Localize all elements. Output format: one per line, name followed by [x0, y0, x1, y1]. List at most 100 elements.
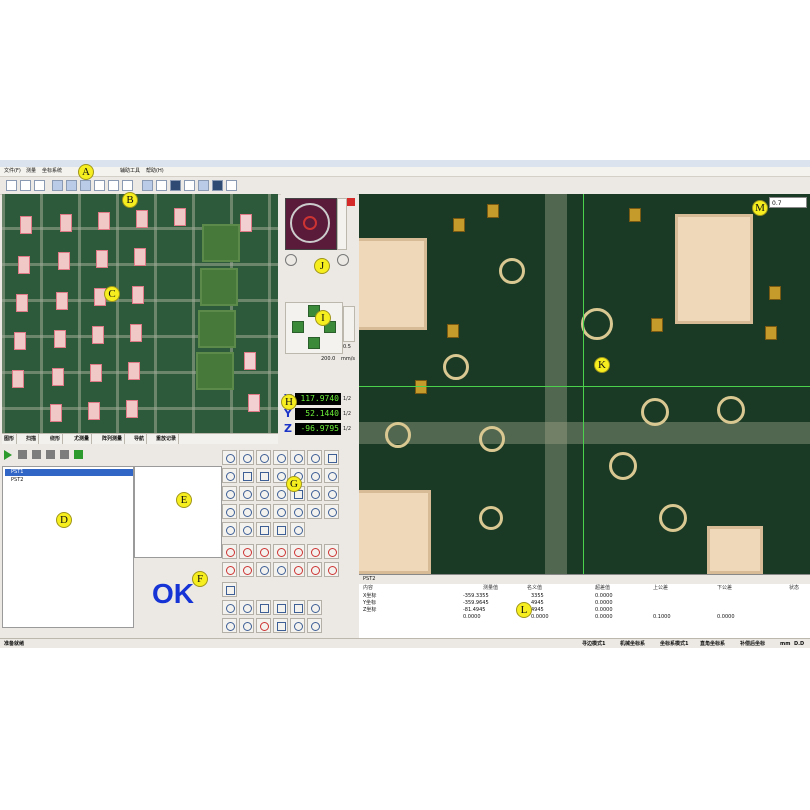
stop-icon[interactable]	[46, 450, 55, 459]
tool-button[interactable]	[222, 562, 237, 577]
save-icon[interactable]	[34, 180, 45, 191]
tool-button[interactable]	[307, 544, 322, 559]
tool-button[interactable]	[222, 582, 237, 597]
tab-contour[interactable]: 绕形	[48, 434, 64, 444]
tool-button[interactable]	[324, 544, 339, 559]
chart-icon[interactable]	[156, 180, 167, 191]
zoom-in-icon[interactable]	[66, 180, 77, 191]
tool-button[interactable]	[273, 544, 288, 559]
tool-button[interactable]	[307, 486, 322, 501]
lens-light-ring-view[interactable]	[285, 198, 337, 250]
tool-button[interactable]	[222, 486, 237, 501]
menu-measure[interactable]: 测量	[26, 168, 36, 175]
tool-button[interactable]	[290, 522, 305, 537]
tool-button[interactable]	[290, 562, 305, 577]
tool-button[interactable]	[273, 618, 288, 633]
tool-button[interactable]	[239, 450, 254, 465]
tool-button[interactable]	[256, 600, 271, 615]
tool-button[interactable]	[256, 468, 271, 483]
tool-button[interactable]	[324, 504, 339, 519]
tool-button[interactable]	[222, 544, 237, 559]
print-icon[interactable]	[94, 180, 105, 191]
tool-button[interactable]	[307, 450, 322, 465]
tool-button[interactable]	[307, 504, 322, 519]
tool-button[interactable]	[290, 504, 305, 519]
tab-replay-record[interactable]: 重放记录	[154, 434, 180, 444]
tool-button[interactable]	[222, 600, 237, 615]
pause-icon[interactable]	[18, 450, 27, 459]
menu-coordinate-system[interactable]: 坐标系统	[42, 168, 62, 175]
tool-button[interactable]	[222, 504, 237, 519]
arrow-down-icon[interactable]	[308, 337, 320, 349]
open-file-icon[interactable]	[20, 180, 31, 191]
light-mode-icon[interactable]	[337, 254, 349, 266]
tool-button[interactable]	[324, 562, 339, 577]
tool-button[interactable]	[273, 486, 288, 501]
tool-button[interactable]	[256, 486, 271, 501]
tab-shape[interactable]: 图形	[2, 434, 18, 444]
new-file-icon[interactable]	[6, 180, 17, 191]
tool-button[interactable]	[324, 486, 339, 501]
undo-icon[interactable]	[108, 180, 119, 191]
z-resolution[interactable]: 1/2	[343, 424, 351, 434]
export-excel-icon[interactable]	[74, 450, 83, 459]
camera-icon[interactable]	[170, 180, 181, 191]
tool-button[interactable]	[290, 450, 305, 465]
tool-button[interactable]	[239, 522, 254, 537]
tool-button[interactable]	[239, 468, 254, 483]
step-icon[interactable]	[32, 450, 41, 459]
tool-button[interactable]	[273, 600, 288, 615]
tool-button[interactable]	[256, 450, 271, 465]
menu-file[interactable]: 文件(F)	[4, 168, 21, 175]
tool-button[interactable]	[273, 522, 288, 537]
tool-button[interactable]	[256, 504, 271, 519]
tab-light-measure[interactable]: 尤测量	[72, 434, 93, 444]
tool-button[interactable]	[307, 562, 322, 577]
tool-button[interactable]	[239, 618, 254, 633]
light-slider[interactable]	[337, 198, 347, 250]
tool-button[interactable]	[324, 468, 339, 483]
list-item[interactable]: PST2	[5, 477, 23, 484]
refresh-icon[interactable]	[184, 180, 195, 191]
settings-gear-icon[interactable]	[198, 180, 209, 191]
home-icon[interactable]	[142, 180, 153, 191]
arrow-left-icon[interactable]	[292, 321, 304, 333]
tool-button[interactable]	[273, 562, 288, 577]
light-toggle-icon[interactable]	[347, 198, 355, 206]
tool-button[interactable]	[256, 562, 271, 577]
move-icon[interactable]	[52, 180, 63, 191]
menu-assist-tools[interactable]: 辅助工具	[120, 168, 140, 175]
grid-icon[interactable]	[212, 180, 223, 191]
tool-button[interactable]	[273, 504, 288, 519]
tool-button[interactable]	[256, 522, 271, 537]
tool-button[interactable]	[222, 522, 237, 537]
tool-button[interactable]	[290, 600, 305, 615]
tool-button[interactable]	[239, 600, 254, 615]
main-camera-view[interactable]: 0.7	[359, 194, 810, 574]
tool-button[interactable]	[239, 544, 254, 559]
tab-navigation[interactable]: 导航	[132, 434, 148, 444]
tool-button[interactable]	[290, 544, 305, 559]
tool-button[interactable]	[290, 618, 305, 633]
tool-button[interactable]	[222, 618, 237, 633]
tab-array-measure[interactable]: 阵列测量	[100, 434, 126, 444]
tool-button[interactable]	[239, 486, 254, 501]
tool-button[interactable]	[273, 450, 288, 465]
redo-icon[interactable]	[122, 180, 133, 191]
tool-button[interactable]	[307, 468, 322, 483]
menu-help[interactable]: 帮助(H)	[146, 168, 164, 175]
tool-button[interactable]	[239, 504, 254, 519]
zoom-out-icon[interactable]	[80, 180, 91, 191]
tool-button[interactable]	[307, 600, 322, 615]
light-mode-icon[interactable]	[285, 254, 297, 266]
tool-button[interactable]	[222, 450, 237, 465]
tool-button[interactable]	[222, 468, 237, 483]
tool-button[interactable]	[307, 618, 322, 633]
tool-button[interactable]	[324, 450, 339, 465]
zoom-dropdown[interactable]: 0.7	[769, 197, 807, 208]
z-axis-slider[interactable]	[343, 306, 355, 342]
y-resolution[interactable]: 1/2	[343, 409, 351, 419]
x-resolution[interactable]: 1/2	[343, 394, 351, 404]
tool-button[interactable]	[256, 544, 271, 559]
list-icon[interactable]	[226, 180, 237, 191]
